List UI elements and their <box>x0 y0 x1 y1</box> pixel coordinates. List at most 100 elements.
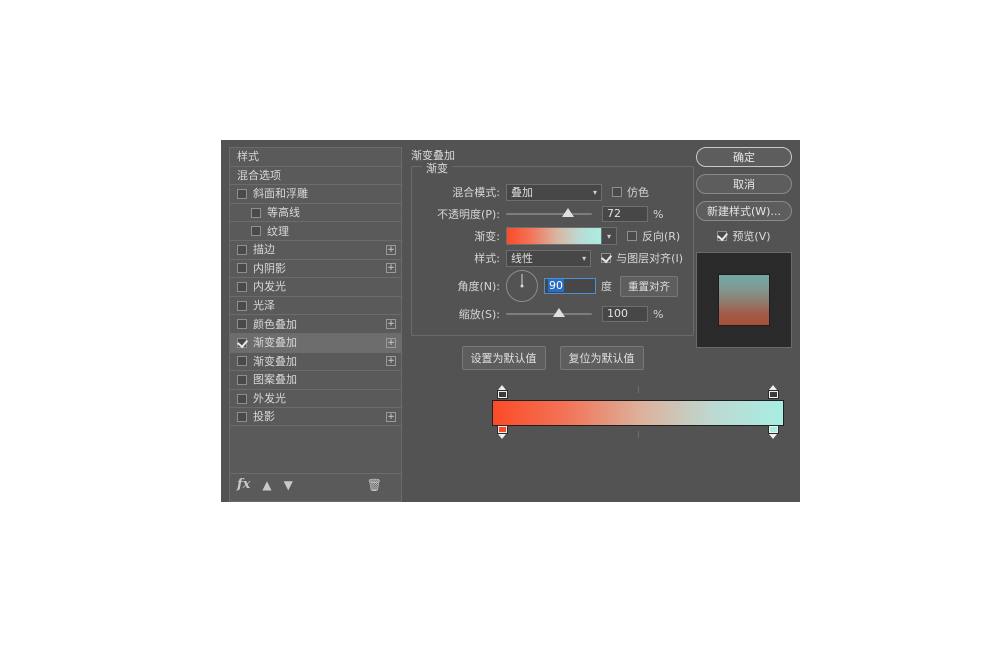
opacity-row: 不透明度(P): 72 % <box>422 203 683 225</box>
add-effect-icon[interactable]: + <box>386 319 396 330</box>
scale-slider[interactable] <box>506 307 592 321</box>
effect-row[interactable]: 渐变叠加 + <box>229 351 402 371</box>
cancel-button[interactable]: 取消 <box>696 174 792 194</box>
opacity-value-field[interactable]: 72 <box>602 206 648 222</box>
gradient-color-stop-left[interactable] <box>497 425 508 439</box>
effect-checkbox[interactable] <box>237 411 247 422</box>
effect-label: 斜面和浮雕 <box>253 187 308 201</box>
angle-unit: 度 <box>601 280 612 293</box>
gradient-opacity-stop-left[interactable] <box>497 385 508 399</box>
effect-row[interactable]: 渐变叠加 + <box>229 332 402 352</box>
gradient-group-label: 渐变 <box>422 160 452 176</box>
gradient-opacity-stop-right[interactable] <box>768 385 779 399</box>
blending-options-row[interactable]: 混合选项 <box>229 165 402 185</box>
style-label: 样式: <box>474 252 500 265</box>
gradient-picker[interactable]: ▾ <box>506 227 617 245</box>
gradient-swatch[interactable] <box>506 227 602 245</box>
styles-header[interactable]: 样式 <box>229 147 402 166</box>
scale-slider-track <box>506 313 592 315</box>
gradient-row: 渐变: ▾ 反向(R) <box>422 225 683 247</box>
preview-thumbnail <box>696 252 792 348</box>
move-up-icon[interactable]: ▲ <box>262 478 271 492</box>
effects-rows: 斜面和浮雕 等高线 纹理 描边 + 内阴影 + 内发光 光泽 颜色叠加 + 渐变叠加 + 渐变叠加 + 图案叠… <box>229 184 402 426</box>
effect-checkbox[interactable] <box>237 188 247 199</box>
gradient-editor-bar[interactable] <box>492 400 784 426</box>
set-default-button[interactable]: 设置为默认值 <box>461 346 546 370</box>
opacity-slider-thumb[interactable] <box>561 208 574 217</box>
effect-row[interactable]: 描边 + <box>229 239 402 259</box>
align-layer-checkbox[interactable] <box>601 253 612 263</box>
new-style-button[interactable]: 新建样式(W)... <box>696 201 792 221</box>
fx-icon[interactable]: fx <box>237 477 250 492</box>
style-select[interactable]: 线性 ▾ <box>506 249 592 267</box>
preview-checkbox-group[interactable]: 预览(V) <box>696 228 792 244</box>
effect-row[interactable]: 等高线 <box>229 202 402 222</box>
effect-label: 外发光 <box>253 392 286 406</box>
defaults-button-row: 设置为默认值 复位为默认值 <box>411 346 694 370</box>
color-stop-right-swatch <box>770 427 777 432</box>
reverse-checkbox[interactable] <box>627 231 637 241</box>
dither-checkbox[interactable] <box>612 187 622 197</box>
scale-slider-thumb[interactable] <box>553 308 566 317</box>
add-effect-icon[interactable]: + <box>386 263 396 274</box>
scale-value-field[interactable]: 100 <box>602 306 648 322</box>
effect-row[interactable]: 外发光 <box>229 388 402 408</box>
effect-row[interactable]: 内发光 <box>229 277 402 296</box>
gradient-dropdown-chevron-icon[interactable]: ▾ <box>602 227 617 245</box>
chevron-down-icon: ▾ <box>592 187 597 197</box>
effect-label: 描边 <box>253 243 275 257</box>
add-effect-icon[interactable]: + <box>386 337 396 348</box>
angle-dial[interactable] <box>506 270 538 302</box>
opacity-slider[interactable] <box>506 207 592 221</box>
angle-value-selected: 90 <box>548 279 564 292</box>
effect-row[interactable]: 颜色叠加 + <box>229 314 402 333</box>
effect-row[interactable]: 图案叠加 <box>229 370 402 389</box>
angle-label: 角度(N): <box>457 280 500 293</box>
effect-row[interactable]: 投影 + <box>229 407 402 426</box>
gradient-midpoint-tick-bottom <box>638 431 639 438</box>
effect-checkbox[interactable] <box>237 263 247 274</box>
effect-checkbox[interactable] <box>237 319 247 330</box>
blend-mode-select[interactable]: 叠加 ▾ <box>506 183 602 201</box>
align-layer-checkbox-group[interactable]: 与图层对齐(I) <box>601 250 683 266</box>
effect-checkbox[interactable] <box>237 393 247 404</box>
ok-button[interactable]: 确定 <box>696 147 792 167</box>
add-effect-icon[interactable]: + <box>386 244 396 255</box>
dither-checkbox-group[interactable]: 仿色 <box>612 184 649 200</box>
preview-checkbox[interactable] <box>717 231 728 241</box>
styles-header-label: 样式 <box>237 150 259 164</box>
styles-toolbar: fx ▲ ▼ 🗑 <box>229 473 402 495</box>
reset-default-button[interactable]: 复位为默认值 <box>559 346 644 370</box>
effect-checkbox[interactable] <box>237 300 247 311</box>
scale-row: 缩放(S): 100 % <box>422 303 683 325</box>
color-stop-right-pointer-icon <box>769 434 777 439</box>
color-stop-left-swatch <box>499 427 506 432</box>
effect-row[interactable]: 光泽 <box>229 295 402 315</box>
effect-label: 光泽 <box>253 299 275 313</box>
effect-checkbox[interactable] <box>251 226 261 237</box>
effect-checkbox[interactable] <box>237 244 247 255</box>
angle-value-field[interactable]: 90 <box>544 278 596 294</box>
effect-checkbox[interactable] <box>237 356 247 367</box>
trash-icon[interactable]: 🗑 <box>367 478 382 492</box>
reverse-checkbox-group[interactable]: 反向(R) <box>627 228 680 244</box>
effect-checkbox[interactable] <box>237 281 247 292</box>
effect-row[interactable]: 斜面和浮雕 <box>229 184 402 203</box>
effect-row[interactable]: 内阴影 + <box>229 258 402 278</box>
style-row: 样式: 线性 ▾ 与图层对齐(I) <box>422 247 683 269</box>
color-stop-left-pointer-icon <box>498 434 506 439</box>
panel-title: 渐变叠加 <box>411 149 455 162</box>
effect-checkbox[interactable] <box>237 337 247 348</box>
blend-mode-value: 叠加 <box>511 186 533 199</box>
effect-checkbox[interactable] <box>251 207 261 218</box>
gradient-overlay-panel: 渐变叠加 渐变 混合模式: 叠加 ▾ 仿色 不透明度(P): 72 % 渐变: … <box>411 147 694 495</box>
move-down-icon[interactable]: ▼ <box>284 478 293 492</box>
reset-align-button[interactable]: 重置对齐 <box>620 275 678 297</box>
gradient-color-stop-right[interactable] <box>768 425 779 439</box>
reverse-label: 反向(R) <box>642 230 681 243</box>
effect-label: 渐变叠加 <box>253 354 297 368</box>
add-effect-icon[interactable]: + <box>386 411 396 422</box>
effect-row[interactable]: 纹理 <box>229 221 402 240</box>
add-effect-icon[interactable]: + <box>386 356 396 367</box>
effect-checkbox[interactable] <box>237 374 247 385</box>
